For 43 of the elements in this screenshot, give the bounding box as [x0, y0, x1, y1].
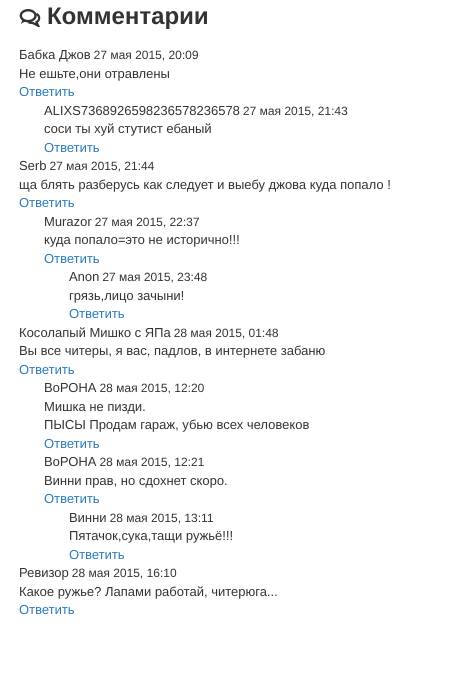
- comment-text: Мишка не пизди.: [44, 398, 147, 416]
- comment-date: 27 мая 2015, 23:48: [102, 270, 208, 284]
- comment-author: Бабка Джов: [19, 47, 91, 62]
- comment-text: ПЫСЫ Продам гараж, убью всех человеков: [44, 416, 310, 434]
- comment-text: Какое ружье? Лапами работай, читерюга...: [19, 582, 279, 601]
- comment-author: ВоРОНА: [44, 454, 96, 469]
- comment-text: куда попало=это не исторично!!!: [44, 231, 241, 249]
- comment-text: Пятачок,сука,тащи ружьё!!!: [69, 527, 234, 545]
- reply-link[interactable]: Ответить: [69, 306, 125, 321]
- comment-author: Винни: [69, 510, 107, 524]
- comment-text: Винни прав, но сдохнет скоро.: [44, 472, 229, 490]
- comment-date: 27 мая 2015, 21:44: [49, 159, 154, 173]
- reply-link[interactable]: Ответить: [19, 195, 75, 210]
- comment-author: Ревизор: [19, 565, 69, 580]
- reply-link[interactable]: Ответить: [19, 362, 75, 376]
- reply-link[interactable]: Ответить: [44, 140, 100, 154]
- reply-link[interactable]: Ответить: [19, 602, 75, 617]
- comment-text: Не ешьте,они отравлены: [19, 64, 171, 83]
- comment-author: Serb: [19, 158, 46, 173]
- comment-author: Anon: [69, 269, 100, 284]
- comment-text: соси ты хуй стутист ебаный: [44, 120, 213, 138]
- comment-author: Murazor: [44, 214, 92, 228]
- comment-date: 28 мая 2015, 12:21: [99, 455, 204, 469]
- comment-date: 28 мая 2015, 16:10: [72, 566, 177, 580]
- comment-author: ALIXS7368926598236578236578: [44, 102, 240, 118]
- reply-link[interactable]: Ответить: [44, 491, 100, 506]
- comment-author: Косолапый Мишко с ЯПа: [19, 324, 171, 340]
- comment-author: ВоРОНА: [44, 380, 96, 395]
- reply-link[interactable]: Ответить: [19, 84, 75, 99]
- comment-date: 28 мая 2015, 13:11: [110, 510, 214, 524]
- comment-date: 27 мая 2015, 20:09: [94, 48, 199, 62]
- reply-link[interactable]: Ответить: [69, 546, 125, 562]
- comment-text: грязь,лицо зачыни!: [69, 286, 186, 305]
- comment-text: Вы все читеры, я вас, падлов, в интернете забаню: [19, 342, 326, 360]
- section-title: Комментарии: [47, 3, 209, 31]
- reply-link[interactable]: Ответить: [44, 250, 100, 266]
- comments-icon: [19, 8, 41, 26]
- comment-date: 27 мая 2015, 21:43: [242, 104, 348, 118]
- comment-date: 27 мая 2015, 22:37: [94, 214, 200, 228]
- comment-text: ща блять разберусь как следует и выебу джова куда попало !: [19, 176, 392, 194]
- reply-link[interactable]: Ответить: [44, 436, 100, 450]
- comment-date: 28 мая 2015, 01:48: [174, 326, 279, 340]
- comment-date: 28 мая 2015, 12:20: [99, 381, 204, 395]
